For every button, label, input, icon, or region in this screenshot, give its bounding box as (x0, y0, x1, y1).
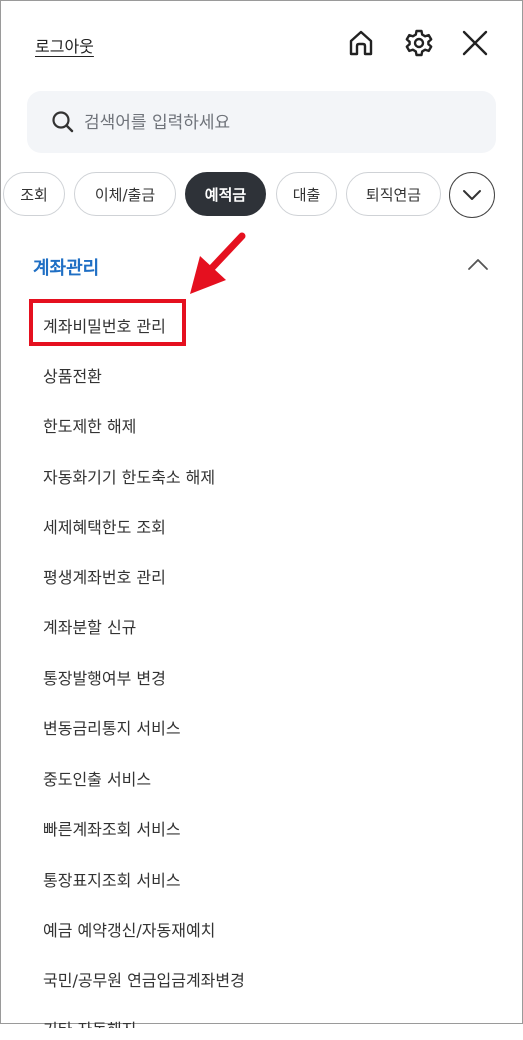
highlight-box (29, 299, 186, 346)
menu-item-atm-limit-release[interactable]: 자동화기기 한도축소 해제 (43, 464, 215, 488)
category-tabs: 조회 이체/출금 예적금 대출 퇴직연금 (0, 172, 523, 220)
menu-item-tax-benefit-inquiry[interactable]: 세제혜택한도 조회 (43, 514, 166, 538)
chevron-down-icon (463, 190, 481, 200)
close-icon[interactable] (458, 26, 492, 60)
menu-item-lifetime-account[interactable]: 평생계좌번호 관리 (43, 564, 166, 588)
pointer-arrow (190, 232, 246, 294)
search-icon (52, 111, 74, 133)
more-tabs-button[interactable] (449, 172, 495, 218)
menu-item-account-split[interactable]: 계좌분할 신규 (43, 614, 136, 638)
tab-inquiry[interactable]: 조회 (3, 172, 65, 216)
menu-item-mid-withdrawal[interactable]: 중도인출 서비스 (43, 766, 151, 790)
menu-item-pension-account-change[interactable]: 국민/공무원 연금입금계좌변경 (43, 967, 245, 991)
menu-item-passbook-issue[interactable]: 통장발행여부 변경 (43, 665, 166, 689)
section-title[interactable]: 계좌관리 (33, 254, 99, 280)
tab-loan[interactable]: 대출 (276, 172, 337, 216)
menu-item-variable-rate-notice[interactable]: 변동금리통지 서비스 (43, 715, 181, 739)
top-bar: 로그아웃 (0, 0, 523, 88)
search-bar[interactable] (27, 91, 496, 153)
gear-icon[interactable] (402, 26, 436, 60)
chevron-up-icon[interactable] (466, 256, 490, 275)
search-input[interactable] (82, 105, 486, 141)
menu-item-quick-inquiry[interactable]: 빠른계좌조회 서비스 (43, 816, 181, 840)
menu-item-auto-renewal[interactable]: 예금 예약갱신/자동재예치 (43, 917, 215, 941)
menu-item-product-switch[interactable]: 상품전환 (43, 363, 102, 387)
home-icon[interactable] (344, 26, 378, 60)
tab-pension[interactable]: 퇴직연금 (346, 172, 441, 216)
logout-link[interactable]: 로그아웃 (35, 33, 94, 57)
menu-item-passbook-cover[interactable]: 통장표지조회 서비스 (43, 867, 181, 891)
tab-transfer[interactable]: 이체/출금 (74, 172, 176, 216)
tab-deposit[interactable]: 예적금 (185, 172, 266, 216)
menu-item-limit-release[interactable]: 한도제한 해제 (43, 413, 136, 437)
menu-item-partial[interactable]: 기타 자동해지 (43, 1016, 136, 1028)
